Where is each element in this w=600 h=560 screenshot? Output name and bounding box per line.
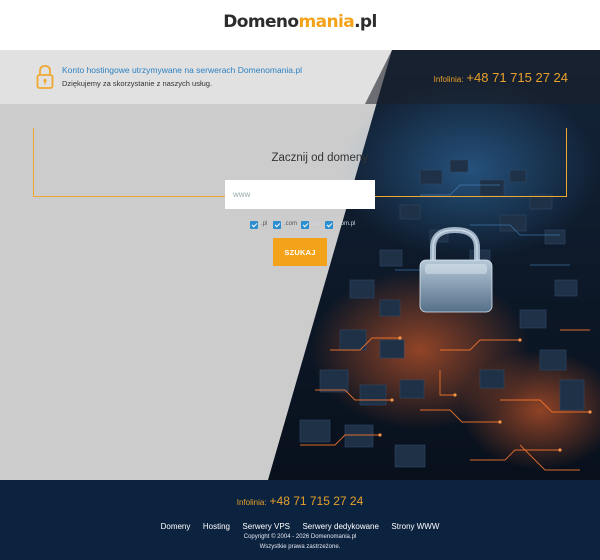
hero-section: Konto hostingowe utrzymywane na serwerac…	[0, 50, 600, 480]
infoline-number: +48 71 715 27 24	[466, 70, 568, 85]
hosting-notice-link[interactable]: Konto hostingowe utrzymywane na serwerac…	[62, 65, 302, 75]
tld-label-eu: .eu	[312, 221, 321, 227]
footer-infoline-number: +48 71 715 27 24	[269, 494, 364, 508]
copyright-line: Copyright © 2004 - 2026 Domenomania.pl	[243, 534, 357, 540]
tld-label-pl: .pl	[261, 221, 268, 227]
logo-part-3: .pl	[354, 12, 377, 32]
infoline-top[interactable]: Infolinia: +48 71 715 27 24	[434, 69, 568, 87]
footer-link-domeny[interactable]: Domeny	[161, 522, 191, 531]
tld-label-com: .com	[284, 221, 298, 227]
search-title: Zacznij od domeny	[271, 152, 368, 164]
checkbox-com[interactable]	[273, 221, 281, 229]
footer-infoline[interactable]: Infolinia: +48 71 715 27 24	[0, 492, 600, 510]
header: Domenomania.pl	[0, 0, 600, 50]
info-bar: Konto hostingowe utrzymywane na serwerac…	[0, 50, 600, 104]
logo-part-2: mania	[298, 12, 355, 32]
copyright: Copyright © 2004 - 2026 Domenomania.pl W…	[0, 533, 600, 552]
search-button[interactable]: SZUKAJ	[273, 238, 327, 266]
logo-part-1: Domeno	[223, 12, 299, 32]
checkbox-com-pl[interactable]	[325, 221, 333, 229]
footer-link-serwery-vps[interactable]: Serwery VPS	[242, 522, 290, 531]
footer-link-serwery-dedykowane[interactable]: Serwery dedykowane	[302, 522, 378, 531]
footer-link-strony-www[interactable]: Strony WWW	[391, 522, 439, 531]
tld-label-com-pl: .com.pl	[336, 221, 356, 227]
domain-search-input[interactable]	[225, 180, 375, 209]
checkbox-eu[interactable]	[301, 221, 309, 229]
hosting-notice-subtitle: Dziękujemy za skorzystanie z naszych usł…	[62, 79, 213, 88]
infoline-label: Infolinia:	[433, 75, 464, 84]
logo[interactable]: Domenomania.pl	[0, 12, 600, 32]
footer-nav: Domeny Hosting Serwery VPS Serwery dedyk…	[0, 516, 600, 534]
footer-link-hosting[interactable]: Hosting	[203, 522, 230, 531]
footer-infoline-label: Infolinia:	[236, 498, 267, 507]
footer: Infolinia: +48 71 715 27 24 Domeny Hostin…	[0, 480, 600, 560]
rights-line: Wszystkie prawa zastrzeżone.	[259, 543, 341, 550]
checkbox-pl[interactable]	[250, 221, 258, 229]
padlock-icon	[36, 65, 54, 89]
